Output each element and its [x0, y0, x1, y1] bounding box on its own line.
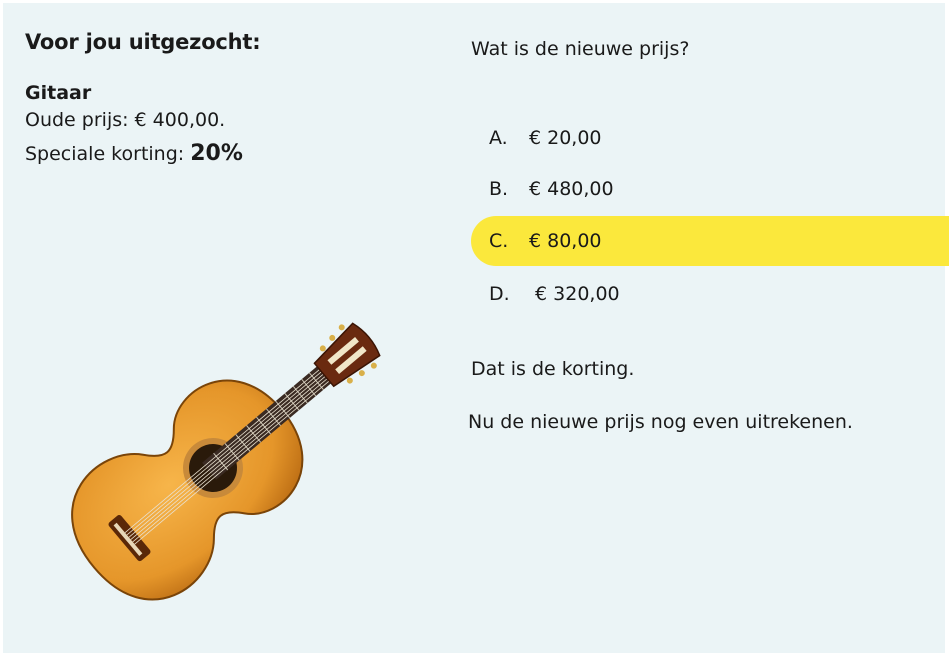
- option-a[interactable]: A. € 20,00: [471, 113, 949, 163]
- question-text: Wat is de nieuwe prijs?: [471, 38, 690, 60]
- product-name: Gitaar: [25, 82, 92, 104]
- discount-label: Speciale korting:: [25, 143, 191, 165]
- feedback-line-1: Dat is de korting.: [471, 358, 635, 380]
- option-c[interactable]: C. € 80,00: [471, 216, 949, 266]
- option-value: € 20,00: [529, 127, 602, 149]
- product-info: Voor jou uitgezocht: Gitaar Oude prijs: …: [25, 30, 445, 176]
- option-b[interactable]: B. € 480,00: [471, 164, 949, 214]
- option-d[interactable]: D. € 320,00: [471, 269, 949, 319]
- option-value: € 80,00: [529, 230, 602, 252]
- section-heading: Voor jou uitgezocht:: [25, 30, 261, 54]
- discount-line: Speciale korting: 20%: [25, 141, 445, 166]
- feedback-line-2: Nu de nieuwe prijs nog even uitrekenen.: [468, 411, 853, 433]
- guitar-image: [71, 322, 381, 601]
- old-price: Oude prijs: € 400,00.: [25, 109, 226, 131]
- option-value: € 480,00: [529, 178, 614, 200]
- option-letter: B.: [489, 178, 509, 200]
- exercise-panel: Voor jou uitgezocht: Gitaar Oude prijs: …: [3, 3, 949, 653]
- option-letter: D.: [489, 283, 510, 305]
- option-letter: C.: [489, 230, 509, 252]
- option-letter: A.: [489, 127, 508, 149]
- option-value: € 320,00: [529, 283, 620, 305]
- discount-value: 20%: [190, 141, 243, 166]
